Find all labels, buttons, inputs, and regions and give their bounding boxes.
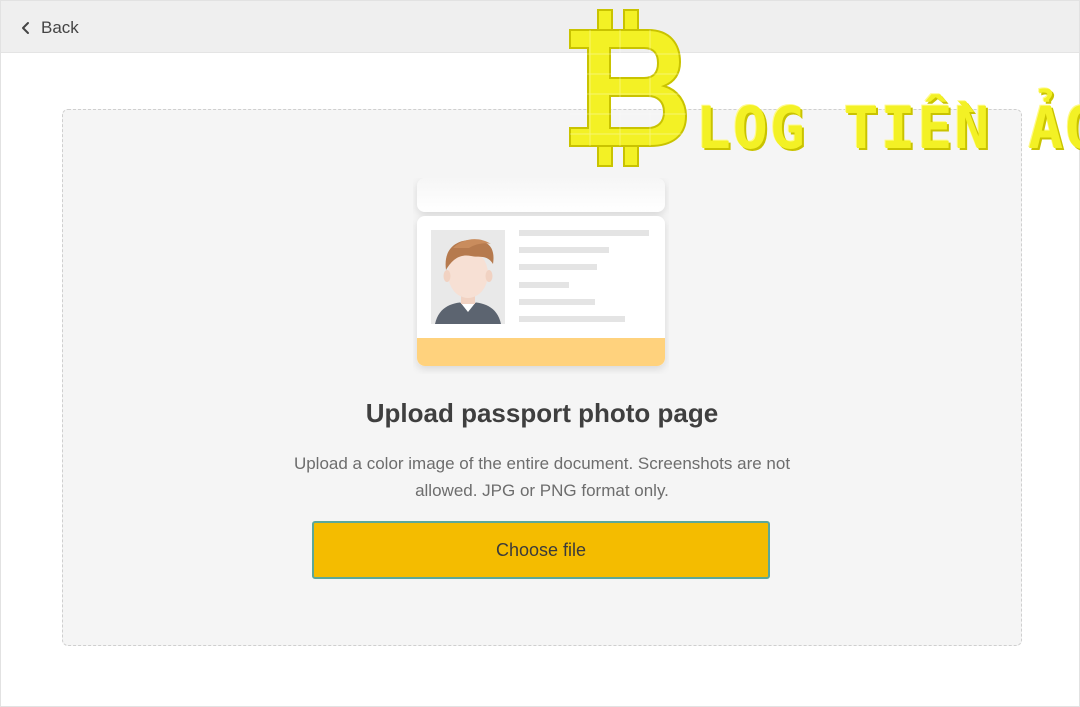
upload-title: Upload passport photo page [365,398,719,428]
back-button[interactable]: Back [19,15,79,41]
top-bar: Back [1,1,1079,53]
back-label: Back [41,18,79,37]
passport-illustration-icon [417,178,665,366]
chevron-left-icon [22,22,29,34]
upload-description: Upload a color image of the entire docum… [293,454,791,500]
choose-file-button[interactable]: Choose file [312,521,770,579]
